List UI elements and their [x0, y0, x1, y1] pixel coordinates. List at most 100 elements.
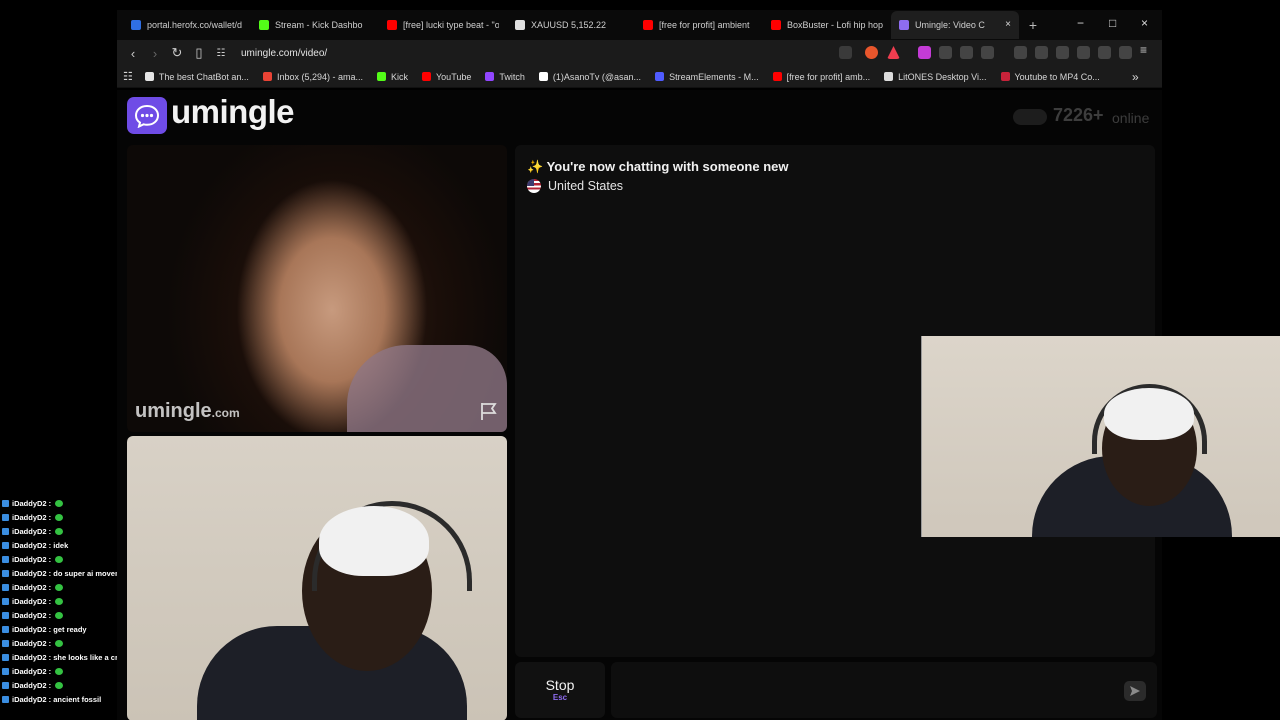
- country-name: United States: [548, 179, 624, 193]
- browser-tab[interactable]: [free] lucki type beat - "o: [379, 11, 507, 39]
- report-flag-icon[interactable]: [479, 401, 499, 426]
- extension-icon[interactable]: [918, 46, 931, 59]
- bookmark-item[interactable]: Kick: [376, 72, 408, 82]
- stream-chat-message: iDaddyD2 :: [2, 524, 64, 538]
- brand-name[interactable]: umingle: [171, 93, 295, 131]
- self-person: [127, 436, 507, 720]
- wallet-icon[interactable]: [1077, 46, 1090, 59]
- message-text: iDaddyD2 : idek: [12, 540, 69, 550]
- platform-icon: [2, 555, 9, 563]
- bookmark-icon[interactable]: ▯: [189, 45, 209, 61]
- tab-title: Umingle: Video C: [915, 20, 985, 30]
- tab-favicon-icon: [899, 20, 909, 30]
- bookmark-label: (1)AsanoTv (@asan...: [552, 71, 642, 82]
- emote-icon: [55, 555, 64, 563]
- browser-tab[interactable]: Stream - Kick Dashbo: [251, 11, 379, 39]
- minimize-button[interactable]: −: [1077, 16, 1084, 30]
- stream-chat-message: iDaddyD2 :: [2, 678, 64, 692]
- emote-icon: [55, 639, 64, 647]
- message-input[interactable]: [611, 662, 1157, 718]
- platform-icon: [2, 499, 9, 507]
- site-info-icon[interactable]: ☷: [211, 48, 231, 59]
- browser-tab[interactable]: [free for profit] ambient: [635, 11, 763, 39]
- close-tab-icon[interactable]: ×: [1005, 19, 1011, 30]
- platform-icon: [2, 625, 9, 633]
- back-icon[interactable]: ‹: [123, 46, 143, 61]
- browser-tab[interactable]: portal.herofx.co/wallet/d: [123, 11, 251, 39]
- message-text: iDaddyD2 :: [12, 526, 52, 536]
- extension-icon[interactable]: [981, 46, 994, 59]
- share-icon[interactable]: [839, 46, 852, 59]
- close-window-button[interactable]: ×: [1141, 16, 1148, 30]
- online-toggle[interactable]: [1013, 109, 1047, 125]
- bookmark-item[interactable]: YouTube: [422, 72, 471, 82]
- message-text: iDaddyD2 :: [12, 596, 52, 606]
- bookmark-item[interactable]: [free for profit] amb...: [772, 71, 871, 82]
- vpn-icon[interactable]: [1119, 46, 1132, 59]
- download-icon[interactable]: [1014, 46, 1027, 59]
- browser-tab[interactable]: BoxBuster - Lofi hip hop: [763, 11, 891, 39]
- streamer-webcam: [921, 336, 1280, 537]
- tab-favicon-icon: [515, 20, 525, 30]
- platform-icon: [2, 527, 9, 535]
- extensions-icon[interactable]: [960, 46, 973, 59]
- reload-icon[interactable]: ↻: [167, 45, 187, 61]
- platform-icon: [2, 597, 9, 605]
- video-watermark: umingle.com: [135, 400, 240, 422]
- tab-title: [free for profit] ambient: [659, 20, 750, 30]
- menu-icon[interactable]: ≡: [1140, 43, 1153, 57]
- stream-chat-message: iDaddyD2 :: [2, 580, 64, 594]
- bookmark-item[interactable]: StreamElements - M...: [655, 72, 759, 82]
- bookmark-favicon-icon: [262, 72, 272, 81]
- brave-shield-icon[interactable]: [865, 46, 878, 59]
- stranger-video: umingle.com: [127, 145, 507, 432]
- bookmark-item[interactable]: Twitch: [485, 72, 525, 82]
- leo-ai-icon[interactable]: [1098, 46, 1111, 59]
- message-text: iDaddyD2 :: [12, 680, 52, 690]
- stream-chat-message: iDaddyD2 : get ready: [2, 622, 87, 636]
- apps-icon[interactable]: ☷: [123, 70, 133, 83]
- stream-chat-message: iDaddyD2 :: [2, 496, 64, 510]
- chat-bubble-icon[interactable]: [127, 97, 167, 134]
- platform-icon: [2, 639, 9, 647]
- bookmark-item[interactable]: Inbox (5,294) - ama...: [262, 71, 363, 82]
- online-label: online: [1112, 110, 1150, 126]
- tab-favicon-icon: [131, 20, 141, 30]
- url-field[interactable]: umingle.com/video/: [241, 48, 327, 59]
- stream-chat-message: iDaddyD2 :: [2, 664, 64, 678]
- platform-icon: [2, 569, 9, 577]
- brave-rewards-icon[interactable]: [887, 46, 900, 59]
- sidebar-icon[interactable]: [1056, 46, 1069, 59]
- media-icon[interactable]: [1035, 46, 1048, 59]
- bookmarks-bar: ☷ The best ChatBot an... Inbox (5,294) - …: [117, 66, 1162, 88]
- bookmark-label: The best ChatBot an...: [158, 71, 249, 82]
- maximize-button[interactable]: □: [1109, 16, 1116, 30]
- forward-icon[interactable]: ›: [145, 46, 165, 61]
- new-tab-button[interactable]: +: [1023, 17, 1043, 33]
- platform-icon: [2, 653, 9, 661]
- bookmark-label: [free for profit] amb...: [786, 71, 871, 82]
- platform-icon: [2, 681, 9, 689]
- stop-button[interactable]: Stop Esc: [515, 662, 605, 718]
- message-text: iDaddyD2 :: [12, 666, 52, 676]
- tab-title: portal.herofx.co/wallet/d: [147, 20, 243, 30]
- bookmark-item[interactable]: The best ChatBot an...: [144, 71, 249, 82]
- bookmark-item[interactable]: LitONES Desktop Vi...: [884, 72, 987, 82]
- send-icon[interactable]: [1124, 681, 1146, 701]
- streamer-person: [922, 336, 1280, 537]
- more-bookmarks-button[interactable]: »: [1132, 70, 1139, 84]
- bookmark-label: Youtube to MP4 Co...: [1014, 71, 1100, 82]
- tab-favicon-icon: [387, 20, 397, 30]
- us-flag-icon: [527, 179, 541, 193]
- browser-tab[interactable]: XAUUSD 5,152.22: [507, 11, 635, 39]
- extension-d-icon[interactable]: [939, 46, 952, 59]
- bookmark-item[interactable]: Youtube to MP4 Co...: [1000, 71, 1100, 82]
- browser-tab[interactable]: Umingle: Video C ×: [891, 11, 1019, 39]
- bookmark-label: Inbox (5,294) - ama...: [276, 71, 363, 82]
- stream-chat-message: iDaddyD2 :: [2, 608, 64, 622]
- emote-icon: [55, 597, 64, 605]
- message-text: iDaddyD2 :: [12, 638, 52, 648]
- message-text: iDaddyD2 : ancient fossil: [12, 694, 102, 704]
- bookmark-item[interactable]: (1)AsanoTv (@asan...: [538, 71, 642, 82]
- emote-icon: [55, 681, 64, 689]
